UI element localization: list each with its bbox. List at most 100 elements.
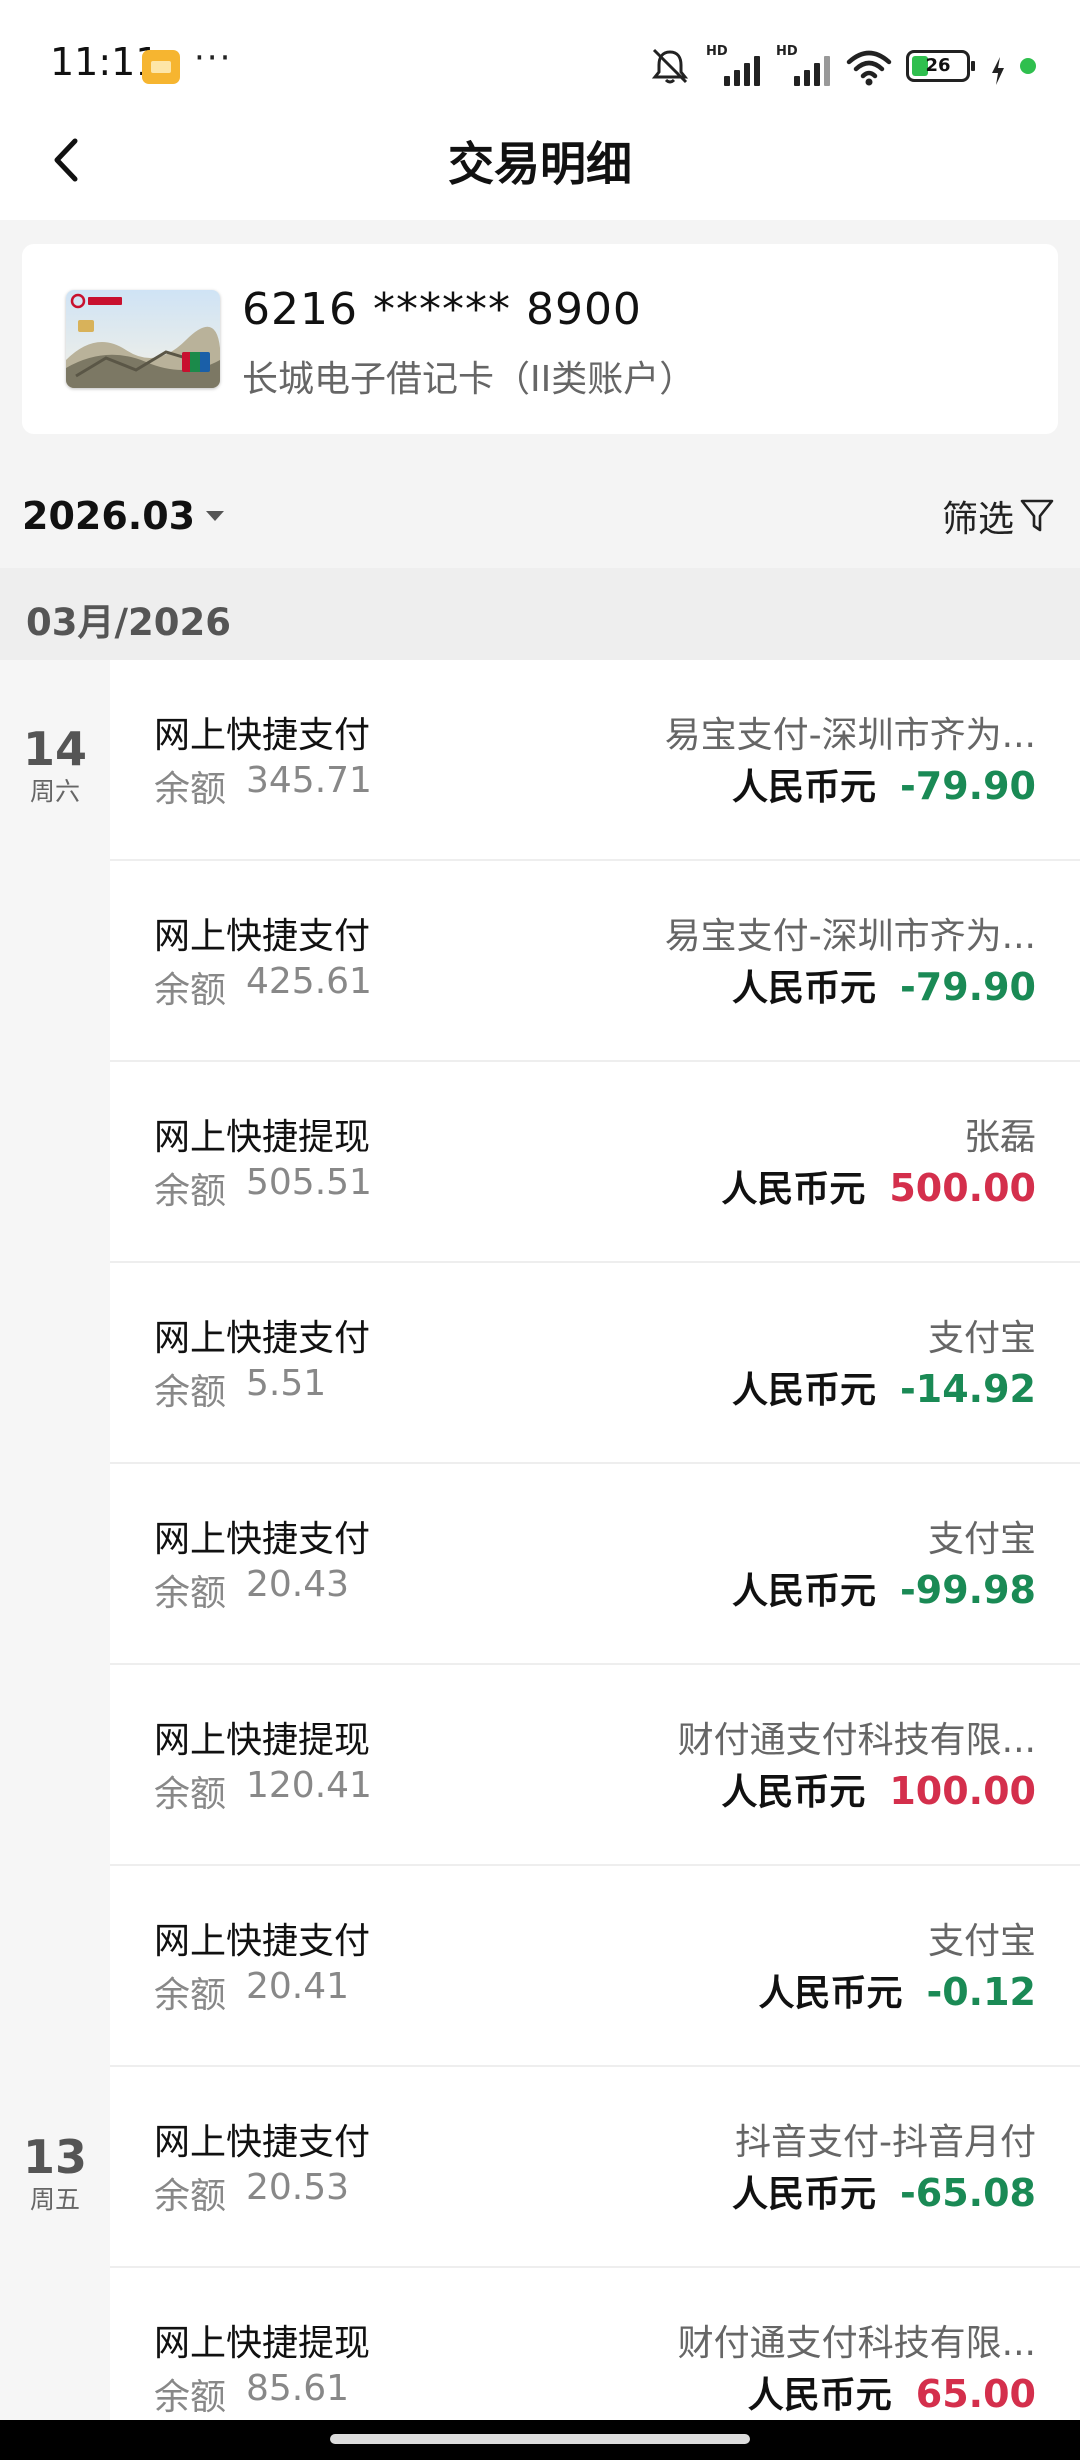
- transaction-type: 网上快捷提现: [154, 1117, 371, 1158]
- date-group-13: 13 周五: [0, 2130, 110, 2216]
- status-icons: HD HD 26: [648, 44, 1036, 88]
- more-notifications-icon: ···: [194, 38, 233, 78]
- balance-label: 余额: [154, 1774, 227, 1815]
- counterparty: 财付通支付科技有限...: [677, 1720, 1036, 1761]
- balance-value: 20.41: [246, 1966, 350, 2007]
- currency-label: 人民币元: [721, 1772, 866, 1813]
- transaction-row[interactable]: 网上快捷支付 余额 20.41 支付宝 人民币元 -0.12: [110, 1866, 1080, 2067]
- date-group-14: 14 周六: [0, 722, 110, 808]
- amount-value: -79.90: [900, 965, 1036, 1009]
- counterparty: 抖音支付-抖音月付: [735, 2122, 1036, 2163]
- transaction-list: 14 周六 13 周五 网上快捷支付 余额 345.71 易宝支付-深圳市齐为.…: [0, 660, 1080, 2420]
- balance-value: 505.51: [246, 1162, 372, 1203]
- counterparty: 财付通支付科技有限...: [677, 2323, 1036, 2364]
- balance-value: 20.53: [246, 2167, 350, 2208]
- transaction-type: 网上快捷提现: [154, 1720, 371, 1761]
- balance-label: 余额: [154, 1171, 227, 1212]
- transaction-type: 网上快捷支付: [154, 1519, 371, 1560]
- transaction-row[interactable]: 网上快捷支付 余额 20.43 支付宝 人民币元 -99.98: [110, 1464, 1080, 1665]
- counterparty: 支付宝: [927, 1921, 1036, 1962]
- month-section-header: 03月/2026: [0, 568, 1080, 660]
- privacy-indicator-icon: [1020, 58, 1036, 74]
- currency-label: 人民币元: [758, 1973, 903, 2014]
- amount-group: 人民币元 -65.08: [732, 2165, 1036, 2217]
- amount-group: 人民币元 65.00: [748, 2366, 1036, 2418]
- balance-value: 120.41: [246, 1765, 372, 1806]
- amount-group: 人民币元 -14.92: [732, 1361, 1036, 1413]
- mute-icon: [648, 46, 692, 86]
- amount-value: -65.08: [900, 2171, 1036, 2215]
- transaction-type: 网上快捷支付: [154, 2122, 371, 2163]
- funnel-icon: [1020, 499, 1054, 532]
- balance-label: 余额: [154, 2377, 227, 2418]
- balance-label: 余额: [154, 769, 227, 810]
- card-number: 6216 ****** 8900: [242, 284, 642, 335]
- debit-card-image: [66, 290, 220, 388]
- amount-value: -0.12: [926, 1970, 1036, 2014]
- amount-group: 人民币元 -99.98: [732, 1562, 1036, 1614]
- page-title: 交易明细: [448, 137, 632, 191]
- transaction-row[interactable]: 网上快捷提现 余额 85.61 财付通支付科技有限... 人民币元 65.00: [110, 2268, 1080, 2420]
- counterparty: 张磊: [963, 1117, 1036, 1158]
- transaction-row[interactable]: 网上快捷支付 余额 5.51 支付宝 人民币元 -14.92: [110, 1263, 1080, 1464]
- amount-value: -79.90: [900, 764, 1036, 808]
- transaction-details-screen: 11:11 ··· HD HD 26 交易明细 6216 ****** 8900…: [0, 0, 1080, 2460]
- card-type: 长城电子借记卡（II类账户）: [242, 359, 696, 400]
- balance-label: 余额: [154, 1573, 227, 1614]
- currency-label: 人民币元: [732, 767, 877, 808]
- amount-group: 人民币元 -79.90: [732, 959, 1036, 1011]
- account-card[interactable]: 6216 ****** 8900 长城电子借记卡（II类账户）: [22, 244, 1058, 434]
- caret-down-icon: [206, 511, 225, 521]
- currency-label: 人民币元: [732, 2174, 877, 2215]
- battery-level: 26: [925, 55, 951, 76]
- balance-value: 85.61: [246, 2368, 350, 2409]
- amount-value: 500.00: [889, 1166, 1036, 1210]
- amount-group: 人民币元 500.00: [721, 1160, 1036, 1212]
- balance-label: 余额: [154, 1975, 227, 2016]
- counterparty: 支付宝: [927, 1318, 1036, 1359]
- counterparty: 易宝支付-深圳市齐为...: [664, 916, 1036, 957]
- date-weekday: 周六: [29, 777, 80, 806]
- balance-label: 余额: [154, 1372, 227, 1413]
- amount-group: 人民币元 -0.12: [758, 1964, 1036, 2016]
- filter-button[interactable]: 筛选: [942, 486, 1054, 546]
- transaction-type: 网上快捷提现: [154, 2323, 371, 2364]
- amount-value: 100.00: [889, 1769, 1036, 1813]
- filter-row: 2026.03 筛选: [0, 464, 1080, 568]
- month-picker[interactable]: 2026.03: [22, 486, 225, 546]
- transaction-row[interactable]: 网上快捷支付 余额 425.61 易宝支付-深圳市齐为... 人民币元 -79.…: [110, 861, 1080, 1062]
- currency-label: 人民币元: [721, 1169, 866, 1210]
- amount-value: 65.00: [915, 2372, 1036, 2416]
- balance-value: 345.71: [246, 760, 372, 801]
- hd-signal-icon: HD: [706, 44, 762, 86]
- app-header: 交易明细: [0, 100, 1080, 220]
- battery-icon: 26: [906, 50, 975, 82]
- selected-month: 2026.03: [22, 494, 196, 538]
- notes-app-icon: [142, 50, 180, 84]
- transaction-row[interactable]: 网上快捷提现 余额 505.51 张磊 人民币元 500.00: [110, 1062, 1080, 1263]
- balance-label: 余额: [154, 970, 227, 1011]
- transaction-type: 网上快捷支付: [154, 715, 371, 756]
- amount-group: 人民币元 100.00: [721, 1763, 1036, 1815]
- amount-group: 人民币元 -79.90: [732, 758, 1036, 810]
- transaction-row[interactable]: 网上快捷支付 余额 345.71 易宝支付-深圳市齐为... 人民币元 -79.…: [110, 660, 1080, 861]
- currency-label: 人民币元: [732, 1370, 877, 1411]
- transaction-type: 网上快捷支付: [154, 1921, 371, 1962]
- amount-value: -14.92: [900, 1367, 1036, 1411]
- filter-label: 筛选: [941, 499, 1014, 540]
- currency-label: 人民币元: [732, 1571, 877, 1612]
- transaction-row[interactable]: 网上快捷提现 余额 120.41 财付通支付科技有限... 人民币元 100.0…: [110, 1665, 1080, 1866]
- amount-value: -99.98: [900, 1568, 1036, 1612]
- counterparty: 支付宝: [927, 1519, 1036, 1560]
- balance-value: 20.43: [246, 1564, 350, 1605]
- home-indicator[interactable]: [330, 2434, 750, 2444]
- balance-value: 425.61: [246, 961, 372, 1002]
- counterparty: 易宝支付-深圳市齐为...: [664, 715, 1036, 756]
- currency-label: 人民币元: [732, 968, 877, 1009]
- balance-label: 余额: [154, 2176, 227, 2217]
- charging-icon: [990, 46, 1006, 86]
- transaction-row[interactable]: 网上快捷支付 余额 20.53 抖音支付-抖音月付 人民币元 -65.08: [110, 2067, 1080, 2268]
- transaction-type: 网上快捷支付: [154, 1318, 371, 1359]
- balance-value: 5.51: [246, 1363, 327, 1404]
- date-weekday: 周五: [29, 2185, 80, 2214]
